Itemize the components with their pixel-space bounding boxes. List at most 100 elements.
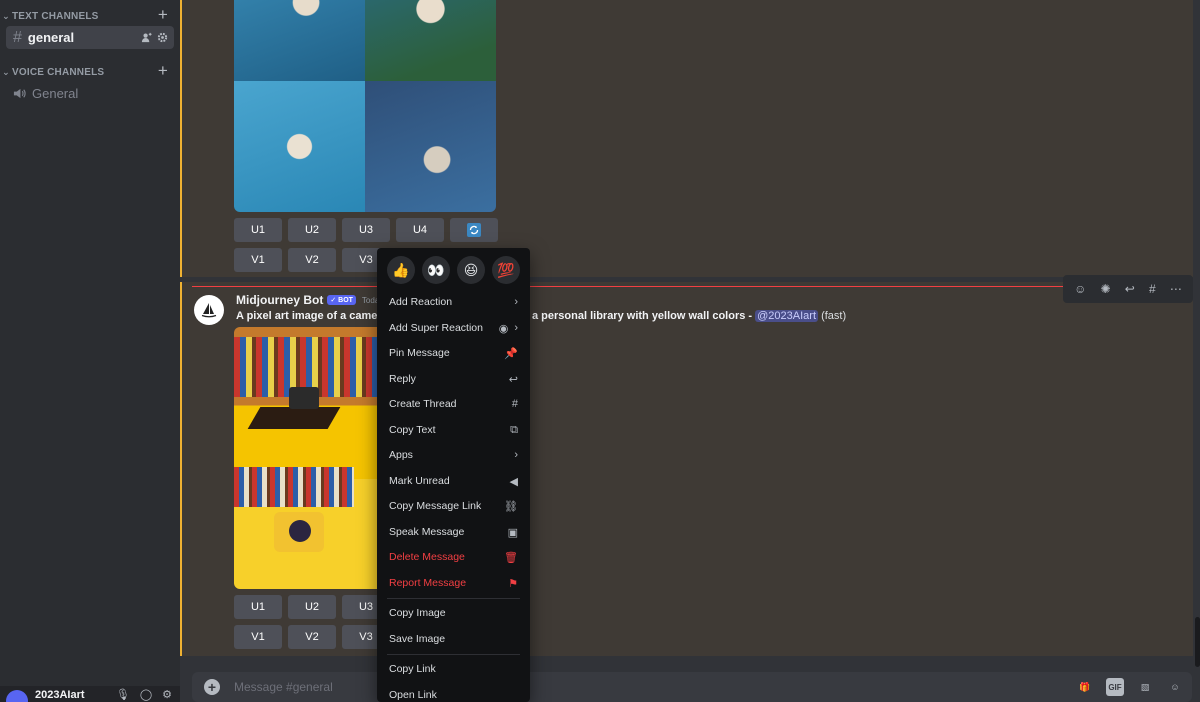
more-options-icon[interactable]: ⋯ — [1170, 282, 1182, 296]
image-grid[interactable] — [234, 0, 496, 212]
upscale-1-button[interactable]: U1 — [234, 218, 282, 242]
hundred-reaction[interactable]: 💯 — [492, 256, 520, 284]
laughing-reaction[interactable]: 😆 — [457, 256, 485, 284]
chevron-right-icon: › — [514, 449, 518, 461]
menu-pin-message[interactable]: Pin Message 📌 — [383, 342, 524, 364]
voice-channels-category[interactable]: ⌄ VOICE CHANNELS + — [0, 61, 180, 81]
quick-reactions: 👍 👀 😆 💯 — [387, 256, 520, 284]
flag-icon: ⚑ — [508, 577, 518, 590]
thread-icon: # — [511, 398, 518, 410]
copy-icon: ⧉ — [510, 423, 518, 436]
scrollbar[interactable] — [1195, 617, 1200, 667]
menu-open-link[interactable]: Open Link — [383, 684, 524, 702]
chat-area: U1 U2 U3 U4 V1 V2 V3 Midjourney Bot ✓ BO… — [180, 0, 1200, 702]
message-previous[interactable]: U1 U2 U3 U4 V1 V2 V3 — [180, 0, 1193, 277]
menu-add-reaction[interactable]: Add Reaction › — [383, 291, 524, 313]
add-reaction-icon[interactable]: ☺ — [1074, 282, 1086, 296]
sticker-icon[interactable]: ▧ — [1136, 678, 1154, 696]
sidebar-item-general[interactable]: # general — [6, 26, 174, 49]
gift-icon[interactable]: 🎁 — [1076, 678, 1094, 696]
author-name[interactable]: Midjourney Bot — [236, 293, 323, 307]
message-hover-toolbar: ☺ ✺ ↩ # ⋯ — [1063, 275, 1193, 303]
menu-mark-unread[interactable]: Mark Unread ◀ — [383, 470, 524, 492]
gif-button[interactable]: GIF — [1106, 678, 1124, 696]
menu-copy-image[interactable]: Copy Image — [383, 602, 524, 624]
thumbs-up-reaction[interactable]: 👍 — [387, 256, 415, 284]
menu-reply[interactable]: Reply ↩ — [383, 368, 524, 390]
menu-apps[interactable]: Apps › — [383, 444, 524, 466]
text-channels-category[interactable]: ⌄ TEXT CHANNELS + — [0, 5, 180, 25]
add-attachment-icon[interactable]: + — [204, 679, 220, 695]
headphones-icon[interactable]: ◯ — [140, 688, 152, 701]
add-channel-icon[interactable]: + — [158, 61, 168, 81]
speaker-icon — [13, 88, 26, 99]
variation-2-button[interactable]: V2 — [288, 625, 336, 649]
upscale-4-button[interactable]: U4 — [396, 218, 444, 242]
reroll-button[interactable] — [450, 218, 498, 242]
sidebar-item-voice-general[interactable]: General — [6, 82, 174, 105]
menu-add-super-reaction[interactable]: Add Super Reaction ◉ › — [383, 317, 524, 339]
menu-copy-text[interactable]: Copy Text ⧉ — [383, 419, 524, 441]
microphone-icon[interactable]: 🎙 — [116, 688, 130, 701]
upscale-2-button[interactable]: U2 — [288, 218, 336, 242]
menu-save-image[interactable]: Save Image — [383, 628, 524, 650]
prompt-text-right: a personal library with yellow wall colo… — [532, 310, 846, 322]
menu-report-message[interactable]: Report Message ⚑ — [383, 572, 524, 594]
image-tile[interactable] — [234, 0, 365, 81]
variation-1-button[interactable]: V1 — [234, 625, 282, 649]
menu-separator — [387, 654, 520, 655]
prompt-dash: - — [745, 310, 756, 322]
super-reaction-icon[interactable]: ✺ — [1101, 282, 1111, 296]
upscale-2-button[interactable]: U2 — [288, 595, 336, 619]
image-tile[interactable] — [365, 81, 496, 212]
settings-gear-icon[interactable]: ⚙ — [162, 688, 172, 701]
menu-copy-message-link[interactable]: Copy Message Link ⛓ — [383, 495, 524, 517]
author-line: Midjourney Bot ✓ BOT Today a — [236, 293, 390, 307]
menu-delete-message[interactable]: Delete Message 🗑 — [383, 546, 524, 568]
eyes-reaction[interactable]: 👀 — [422, 256, 450, 284]
invite-icon[interactable] — [141, 32, 152, 43]
refresh-icon — [467, 223, 481, 237]
generation-mode: (fast) — [818, 310, 847, 322]
link-icon: ⛓ — [504, 500, 518, 513]
voice-channels-label: VOICE CHANNELS — [12, 66, 105, 78]
avatar[interactable] — [194, 295, 224, 325]
message-input[interactable]: Message #general — [234, 680, 333, 694]
thread-icon[interactable]: # — [1149, 282, 1156, 296]
menu-speak-message[interactable]: Speak Message ▣ — [383, 521, 524, 543]
pin-icon: 📌 — [504, 347, 518, 360]
menu-separator — [387, 598, 520, 599]
image-tile[interactable] — [365, 0, 496, 81]
gear-icon[interactable] — [157, 32, 168, 43]
menu-copy-link[interactable]: Copy Link — [383, 658, 524, 680]
upscale-3-button[interactable]: U3 — [342, 218, 390, 242]
chevron-down-icon: ⌄ — [2, 66, 10, 77]
channel-name: General — [32, 86, 79, 101]
camera-icon — [289, 387, 319, 409]
image-tile[interactable] — [234, 81, 365, 212]
user-mention[interactable]: @2023AIart — [755, 310, 819, 322]
new-messages-divider — [192, 286, 1188, 287]
message-composer[interactable]: + Message #general 🎁 GIF ▧ ☺ — [192, 672, 1192, 702]
message-current[interactable]: Midjourney Bot ✓ BOT Today a A pixel art… — [180, 282, 1193, 656]
emoji-icon[interactable]: ☺ — [1166, 678, 1184, 696]
menu-create-thread[interactable]: Create Thread # — [383, 393, 524, 415]
add-channel-icon[interactable]: + — [158, 5, 168, 25]
prompt-text: a personal library with yellow wall colo… — [532, 310, 746, 322]
message-context-menu: 👍 👀 😆 💯 Add Reaction › Add Super Reaction… — [377, 248, 530, 702]
speak-icon: ▣ — [507, 526, 518, 539]
bot-badge: ✓ BOT — [327, 295, 356, 305]
super-reaction-icon: ◉ — [498, 322, 509, 335]
result-image[interactable] — [234, 327, 379, 589]
avatar[interactable] — [6, 690, 28, 702]
prompt-text-left: A pixel art image of a came — [236, 310, 378, 322]
variation-1-button[interactable]: V1 — [234, 248, 282, 272]
variation-2-button[interactable]: V2 — [288, 248, 336, 272]
channel-sidebar: ⌄ TEXT CHANNELS + # general ⌄ VOICE CHAN… — [0, 0, 180, 702]
reply-icon[interactable]: ↩ — [1125, 282, 1135, 296]
upscale-1-button[interactable]: U1 — [234, 595, 282, 619]
text-channels-label: TEXT CHANNELS — [12, 10, 99, 22]
chevron-right-icon: › — [514, 296, 518, 308]
username: 2023AIart — [35, 689, 85, 701]
chevron-right-icon: › — [514, 322, 518, 334]
